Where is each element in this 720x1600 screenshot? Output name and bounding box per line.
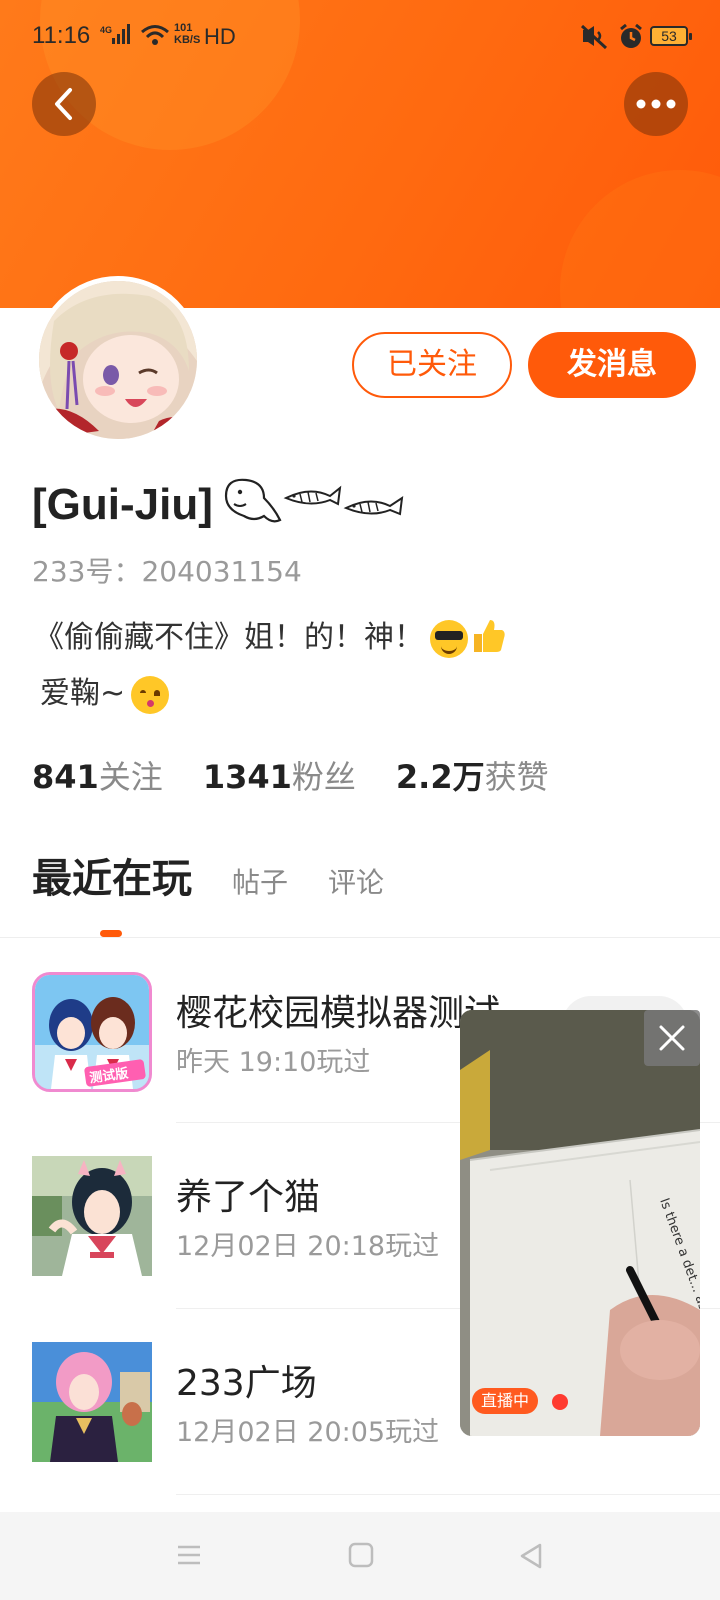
game-title: 养了个猫 xyxy=(176,1177,321,1218)
bio-line-1: 《偷偷藏不住》姐！的！神！ xyxy=(34,612,506,662)
tab-recently-played[interactable]: 最近在玩 xyxy=(32,846,192,904)
svg-text:4G: 4G xyxy=(100,25,112,35)
tab-posts[interactable]: 帖子 xyxy=(232,861,288,901)
wifi-icon xyxy=(140,24,170,50)
game-icon-raise-a-cat xyxy=(32,1156,152,1276)
menu-icon[interactable] xyxy=(176,1542,202,1572)
thumbs-up-icon xyxy=(470,616,506,662)
chevron-left-icon xyxy=(55,88,72,120)
game-last-played: 12月02日 20:18玩过 xyxy=(176,1231,440,1262)
tab-comments[interactable]: 评论 xyxy=(328,861,384,901)
status-bar: 11:16 4G 101 KB/S HD 53 xyxy=(0,0,720,72)
status-time: 11:16 xyxy=(32,22,91,49)
game-icon-sakura-school: 测试版 xyxy=(32,972,152,1092)
stat-likes: 2.2万获赞 xyxy=(395,758,549,796)
send-message-button[interactable]: 发消息 xyxy=(528,332,696,398)
tab-active-indicator xyxy=(100,930,122,937)
game-title: 233广场 xyxy=(176,1363,317,1404)
close-live-window-button[interactable] xyxy=(644,1010,700,1066)
more-options-button[interactable] xyxy=(624,72,688,136)
live-badge: 直播中 xyxy=(472,1388,538,1414)
more-horizontal-icon xyxy=(636,99,676,109)
system-navigation-bar xyxy=(0,1512,720,1600)
alarm-icon xyxy=(618,23,644,54)
game-last-played: 昨天 19:10玩过 xyxy=(176,1047,371,1078)
user-233-id: 233号：204031154 xyxy=(32,555,302,588)
back-triangle-icon[interactable] xyxy=(518,1542,544,1574)
cool-face-emoji-icon xyxy=(430,619,468,658)
cellular-signal-icon: 4G xyxy=(100,24,130,50)
bio-line-2: 爱鞠~ xyxy=(40,668,170,714)
username: [Gui-Jiu] xyxy=(32,480,213,529)
mute-icon xyxy=(580,24,608,54)
kissing-face-emoji-icon xyxy=(131,675,170,714)
stat-fans[interactable]: 1341粉丝 xyxy=(203,752,356,798)
live-indicator-dot xyxy=(552,1394,568,1410)
following-button[interactable]: 已关注 xyxy=(352,332,512,398)
close-icon xyxy=(659,1025,685,1051)
back-button[interactable] xyxy=(32,72,96,136)
home-square-icon[interactable] xyxy=(348,1542,374,1572)
profile-stats: 841关注 1341粉丝 2.2万获赞 xyxy=(32,752,549,798)
hd-indicator: HD xyxy=(204,24,236,49)
tabs-divider xyxy=(0,937,720,938)
profile-tabs: 最近在玩 帖子 评论 xyxy=(32,846,384,904)
game-title: 樱花校园模拟器测试 xyxy=(176,993,501,1034)
game-last-played: 12月02日 20:05玩过 xyxy=(176,1417,440,1448)
network-speed: 101 KB/S xyxy=(174,22,201,46)
user-avatar[interactable] xyxy=(34,276,202,444)
game-icon-233-square xyxy=(32,1342,152,1462)
live-stream-floating-window[interactable]: Is there a det... as sta... No... xyxy=(460,1010,700,1436)
stat-following[interactable]: 841关注 xyxy=(32,752,163,798)
fish-decoration-icon xyxy=(220,474,410,538)
row-divider xyxy=(176,1494,720,1495)
battery-indicator: 53 xyxy=(650,26,692,46)
